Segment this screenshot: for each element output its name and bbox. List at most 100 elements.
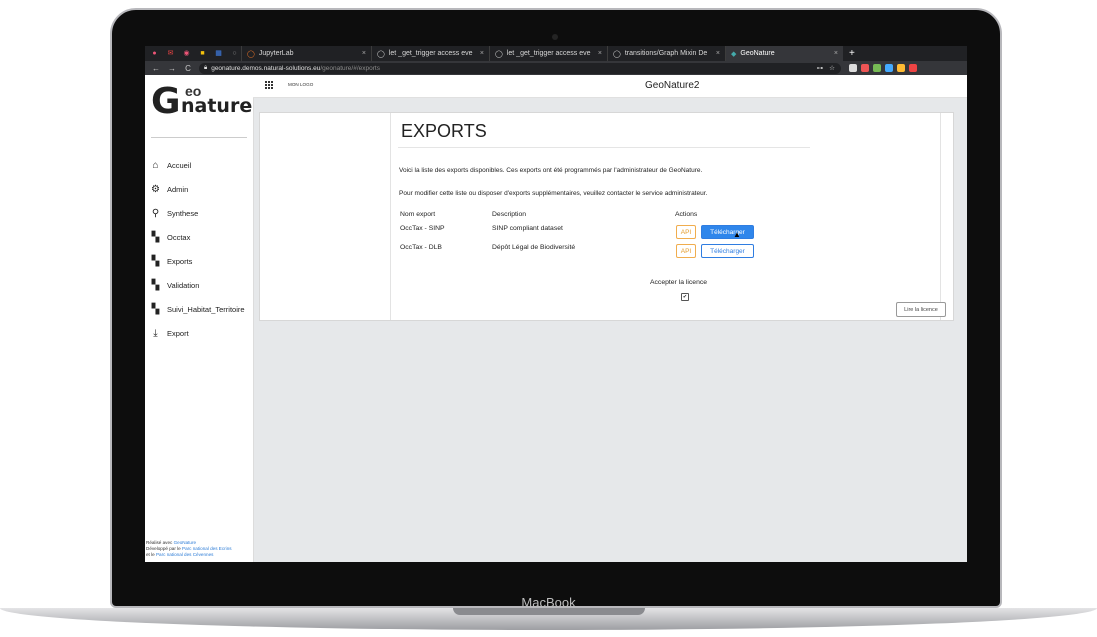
geonature-link[interactable]: GeoNature [174, 540, 196, 545]
back-button[interactable]: ← [151, 64, 161, 73]
apps-grid-icon[interactable] [265, 81, 273, 89]
column-header-description: Description [492, 211, 526, 218]
api-button[interactable]: API [676, 225, 696, 239]
contact-text: Pour modifier cette liste ou disposer d'… [399, 190, 708, 197]
read-licence-button[interactable]: Lire la licence [896, 302, 946, 317]
sidebar: G eo nature ⌂ Accueil ⚙ Admin ⚲ Synthese [145, 75, 254, 562]
extension-icon[interactable] [897, 64, 905, 72]
tab-let-get-trigger-1[interactable]: ◯ let _get_trigger access eve × [371, 46, 489, 61]
sidebar-item-export[interactable]: ⤓ Export [150, 321, 253, 345]
pinned-tab-icon[interactable]: ◉ [180, 49, 193, 59]
extension-icon[interactable] [849, 64, 857, 72]
puzzle-icon: ▚ [151, 231, 160, 243]
pinned-tab-icon[interactable]: ● [148, 49, 161, 59]
sidebar-item-exports[interactable]: ▚ Exports [150, 249, 253, 273]
licence-checkbox[interactable]: ✔ [681, 293, 689, 301]
close-icon[interactable]: × [828, 50, 838, 57]
sidebar-item-label: Export [167, 328, 189, 338]
logo-g: G [151, 81, 181, 122]
exports-card: EXPORTS Voici la liste des exports dispo… [259, 112, 954, 321]
mouse-cursor-icon: ▲ [733, 230, 741, 239]
extension-icon[interactable] [885, 64, 893, 72]
reload-button[interactable]: C [183, 64, 193, 73]
sidebar-item-label: Accueil [167, 160, 192, 170]
card-divider [390, 113, 391, 320]
page-title: EXPORTS [401, 121, 487, 141]
app-topbar: MON LOGO GeoNature2 [253, 75, 967, 98]
keep-tab-icon[interactable]: ■ [196, 49, 209, 59]
footer-text: Développé par le [146, 546, 183, 551]
geonature-favicon-icon: ◆ [731, 50, 737, 58]
title-divider [398, 147, 810, 148]
sidebar-item-occtax[interactable]: ▚ Occtax [150, 225, 253, 249]
browser-tab-bar: ● ✉ ◉ ■ ▦ ○ ◯ JupyterLab × ◯ let _get_tr… [145, 46, 967, 61]
close-icon[interactable]: × [710, 50, 720, 57]
parc-cevennes-link[interactable]: Parc national des Cévennes [156, 552, 213, 557]
laptop-notch [453, 608, 645, 615]
forward-button[interactable]: → [167, 64, 177, 73]
sidebar-item-label: Admin [167, 184, 189, 194]
tab-label: let _get_trigger access eve [506, 50, 591, 57]
browser-toolbar: ← → C 🔒︎ geonature.demos.natural-solutio… [145, 61, 967, 75]
search-icon: ⚲ [151, 207, 160, 219]
jupyter-icon: ◯ [247, 50, 255, 58]
extension-icon[interactable] [873, 64, 881, 72]
new-tab-button[interactable]: + [849, 48, 855, 59]
footer-text: et le [146, 552, 156, 557]
tab-label: JupyterLab [258, 50, 294, 57]
tab-transitions[interactable]: ◯ transitions/Graph Mixin De × [607, 46, 725, 61]
sidebar-item-accueil[interactable]: ⌂ Accueil [150, 153, 253, 177]
calendar-tab-icon[interactable]: ▦ [212, 49, 225, 59]
sidebar-item-label: Occtax [167, 232, 191, 242]
tab-geonature[interactable]: ◆ GeoNature × [725, 46, 843, 61]
geonature-logo[interactable]: G eo nature [151, 79, 252, 125]
puzzle-icon: ▚ [151, 279, 160, 291]
gmail-tab-icon[interactable]: ✉ [164, 49, 177, 59]
gear-icon: ⚙ [151, 183, 160, 195]
star-icon[interactable]: ☆ [829, 64, 835, 72]
download-button[interactable]: Télécharger [701, 244, 754, 258]
sidebar-item-validation[interactable]: ▚ Validation [150, 273, 253, 297]
mon-logo: MON LOGO [288, 82, 314, 87]
tab-label: transitions/Graph Mixin De [624, 50, 708, 57]
api-button[interactable]: API [676, 244, 696, 258]
github-icon: ◯ [495, 50, 503, 58]
sidebar-item-admin[interactable]: ⚙ Admin [150, 177, 253, 201]
tab-jupyterlab[interactable]: ◯ JupyterLab × [241, 46, 371, 61]
sidebar-item-label: Synthese [167, 208, 199, 218]
parc-ecrins-link[interactable]: Parc national des Ecrins [182, 546, 232, 551]
logo-nature: nature [181, 95, 253, 117]
extension-icon[interactable] [861, 64, 869, 72]
sidebar-item-label: Exports [167, 256, 193, 266]
sidebar-item-label: Suivi_Habitat_Territoire [167, 304, 245, 314]
tab-label: GeoNature [740, 50, 775, 57]
lock-icon: 🔒︎ [204, 64, 208, 71]
intro-text: Voici la liste des exports disponibles. … [399, 167, 703, 174]
github-icon: ◯ [377, 50, 385, 58]
sidebar-footer: Réalisé avec GeoNature Développé par le … [146, 540, 232, 558]
sidebar-item-suivi-habitat-territoire[interactable]: ▚ Suivi_Habitat_Territoire [150, 297, 253, 321]
logo-divider [151, 137, 247, 138]
extension-icon[interactable] [909, 64, 917, 72]
tab-let-get-trigger-2[interactable]: ◯ let _get_trigger access eve × [489, 46, 607, 61]
extensions-area [849, 64, 917, 72]
download-button[interactable]: Télécharger [701, 225, 754, 239]
close-icon[interactable]: × [592, 50, 602, 57]
close-icon[interactable]: × [356, 50, 366, 57]
column-header-name: Nom export [400, 211, 436, 218]
export-description: SINP compliant dataset [492, 225, 563, 232]
screen: ● ✉ ◉ ■ ▦ ○ ◯ JupyterLab × ◯ let _get_tr… [145, 46, 967, 562]
card-divider [940, 113, 941, 320]
puzzle-icon: ▚ [151, 255, 160, 267]
download-icon: ⤓ [153, 327, 158, 339]
app-title: GeoNature2 [645, 80, 700, 91]
address-bar[interactable]: 🔒︎ geonature.demos.natural-solutions.eu … [199, 62, 841, 74]
sidebar-item-synthese[interactable]: ⚲ Synthese [150, 201, 253, 225]
github-tab-icon[interactable]: ○ [228, 49, 241, 59]
sidebar-menu: ⌂ Accueil ⚙ Admin ⚲ Synthese ▚ Occtax ▚ [150, 153, 253, 345]
close-icon[interactable]: × [474, 50, 484, 57]
geonature-app: G eo nature ⌂ Accueil ⚙ Admin ⚲ Synthese [145, 75, 967, 562]
home-icon: ⌂ [152, 159, 159, 171]
export-name: OccTax - SINP [400, 225, 445, 232]
key-icon[interactable]: ⊶ [817, 64, 824, 72]
